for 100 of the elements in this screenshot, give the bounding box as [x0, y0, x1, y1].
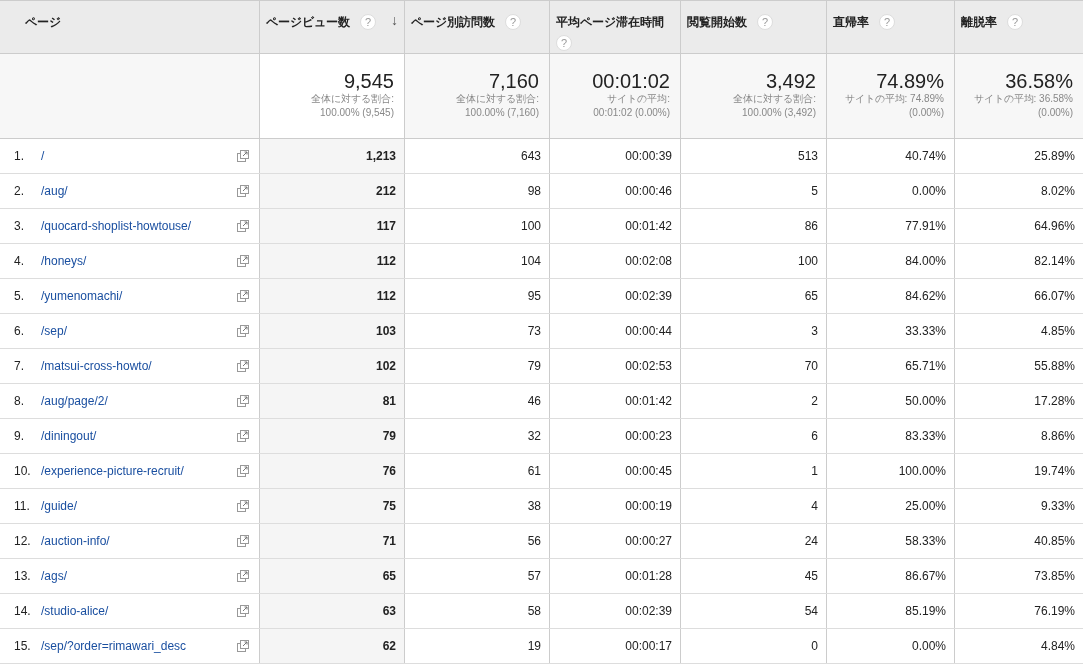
sort-arrow[interactable]: ↓ [391, 13, 398, 27]
page-link[interactable]: /yumenomachi/ [41, 287, 237, 305]
open-page-icon[interactable] [237, 430, 249, 442]
page-link[interactable]: /auction-info/ [41, 532, 237, 550]
open-page-icon[interactable] [237, 185, 249, 197]
open-page-icon[interactable] [237, 570, 249, 582]
table-cell: 102 [259, 349, 404, 383]
table-cell: 117 [259, 209, 404, 243]
table-cell: 24 [680, 524, 826, 558]
table-cell: 79 [259, 419, 404, 453]
table-cell: 58.33% [826, 524, 954, 558]
open-page-icon[interactable] [237, 605, 249, 617]
table-cell: 00:01:28 [549, 559, 680, 593]
table-cell: 76 [259, 454, 404, 488]
open-page-icon[interactable] [237, 500, 249, 512]
open-page-icon[interactable] [237, 150, 249, 162]
open-page-icon[interactable] [237, 535, 249, 547]
table-cell: 100 [680, 244, 826, 278]
column-header[interactable]: 離脱率 ? [954, 1, 1083, 53]
table-cell: 2 [680, 384, 826, 418]
open-page-icon[interactable] [237, 465, 249, 477]
column-header[interactable]: ページ [0, 1, 259, 53]
open-page-icon[interactable] [237, 325, 249, 337]
row-number: 2. [14, 183, 25, 200]
table-cell: 98 [404, 174, 549, 208]
table-cell: 45 [680, 559, 826, 593]
page-link[interactable]: /quocard-shoplist-howtouse/ [41, 217, 237, 235]
table-cell: 17.28% [954, 384, 1083, 418]
open-page-icon[interactable] [237, 290, 249, 302]
open-page-icon[interactable] [237, 395, 249, 407]
table-cell: 103 [259, 314, 404, 348]
table-cell: 71 [259, 524, 404, 558]
table-cell: 56 [404, 524, 549, 558]
page-link[interactable]: /experience-picture-recruit/ [41, 462, 237, 480]
table-cell: 95 [404, 279, 549, 313]
open-page-icon[interactable] [237, 255, 249, 267]
column-label: 平均ページ滞在時間 [556, 14, 664, 31]
table-cell: 75 [259, 489, 404, 523]
table-cell: 50.00% [826, 384, 954, 418]
summary-note: 100.00% (9,545) [319, 106, 394, 120]
table-cell: 4.84% [954, 629, 1083, 663]
table-cell: 19.74% [954, 454, 1083, 488]
row-number: 3. [14, 218, 25, 235]
table-cell: 8.86% [954, 419, 1083, 453]
column-label: ページビュー数 [266, 14, 350, 31]
summary-note: 全体に対する割合: [732, 92, 816, 106]
table-cell: 00:00:23 [549, 419, 680, 453]
table-cell: 38 [404, 489, 549, 523]
column-header[interactable]: ページ別訪問数 ? [404, 1, 549, 53]
table-cell: 9.33% [954, 489, 1083, 523]
table-cell: 00:00:45 [549, 454, 680, 488]
summary-value: 74.89% [875, 70, 944, 92]
table-cell: 104 [404, 244, 549, 278]
page-link[interactable]: /diningout/ [41, 427, 237, 445]
open-page-icon[interactable] [237, 360, 249, 372]
page-link[interactable]: /sep/?order=rimawari_desc [41, 637, 237, 655]
open-page-icon[interactable] [237, 640, 249, 652]
table-cell: 00:00:39 [549, 139, 680, 173]
table-cell: 83.33% [826, 419, 954, 453]
table-cell: 4.85% [954, 314, 1083, 348]
column-header[interactable]: 直帰率 ? [826, 1, 954, 53]
column-header[interactable]: 平均ページ滞在時間 ? [549, 1, 680, 53]
row-number: 8. [14, 393, 25, 410]
page-link[interactable]: /honeys/ [41, 252, 237, 270]
table-cell: 00:00:44 [549, 314, 680, 348]
table-cell: 25.89% [954, 139, 1083, 173]
row-number: 12. [14, 533, 32, 550]
table-cell: 212 [259, 174, 404, 208]
summary-value: 9,545 [342, 70, 394, 92]
table-cell: 3 [680, 314, 826, 348]
table-cell: 1,213 [259, 139, 404, 173]
page-link[interactable]: /studio-alice/ [41, 602, 237, 620]
table-cell: 5 [680, 174, 826, 208]
column-header[interactable]: ページビュー数 ? ↓ [259, 1, 404, 53]
page-link[interactable]: / [41, 147, 237, 165]
table-cell: 40.74% [826, 139, 954, 173]
summary-note: (0.00%) [908, 106, 944, 120]
table-cell: 57 [404, 559, 549, 593]
table-cell: 513 [680, 139, 826, 173]
table-cell: 100.00% [826, 454, 954, 488]
row-number: 9. [14, 428, 25, 445]
table-cell: 73 [404, 314, 549, 348]
summary-value: 7,160 [487, 70, 539, 92]
column-header[interactable]: 閲覧開始数 ? [680, 1, 826, 53]
table-cell: 70 [680, 349, 826, 383]
table-cell: 73.85% [954, 559, 1083, 593]
table-cell: 65 [680, 279, 826, 313]
page-link[interactable]: /aug/page/2/ [41, 392, 237, 410]
page-link[interactable]: /guide/ [41, 497, 237, 515]
table-cell: 00:00:27 [549, 524, 680, 558]
page-link[interactable]: /ags/ [41, 567, 237, 585]
summary-note: 00:01:02 (0.00%) [592, 106, 670, 120]
open-page-icon[interactable] [237, 220, 249, 232]
table-cell: 643 [404, 139, 549, 173]
table-cell: 00:00:19 [549, 489, 680, 523]
page-link[interactable]: /sep/ [41, 322, 237, 340]
table-cell: 4 [680, 489, 826, 523]
table-cell: 1 [680, 454, 826, 488]
page-link[interactable]: /matsui-cross-howto/ [41, 357, 237, 375]
page-link[interactable]: /aug/ [41, 182, 237, 200]
